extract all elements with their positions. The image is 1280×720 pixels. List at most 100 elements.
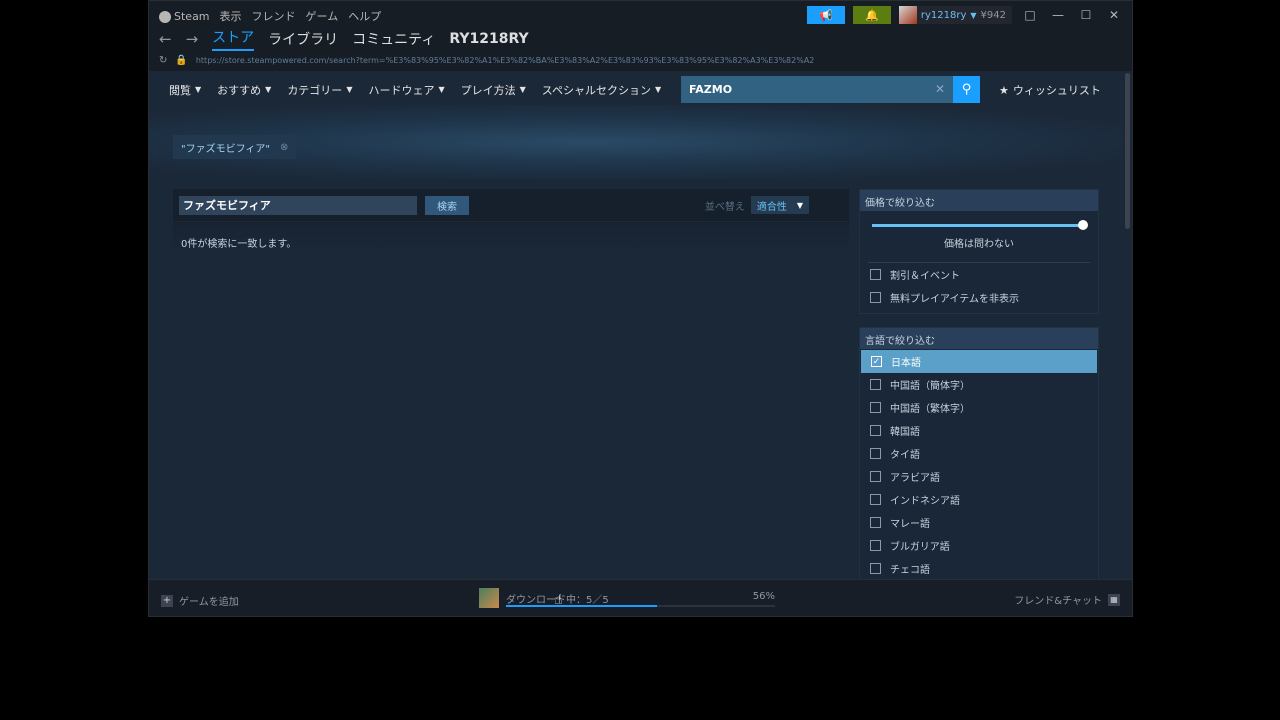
store-nav-hardware[interactable]: ハードウェア ▼ bbox=[368, 82, 444, 98]
language-option[interactable]: 中国語（繁体字） bbox=[860, 396, 1098, 419]
language-option[interactable]: チェコ語 bbox=[860, 557, 1098, 579]
price-slider[interactable] bbox=[860, 211, 1098, 235]
forward-arrow-icon[interactable]: → bbox=[186, 30, 199, 48]
wallet-balance: ¥942 bbox=[980, 9, 1006, 21]
price-slider-track bbox=[872, 224, 1080, 227]
language-option-label: ブルガリア語 bbox=[890, 542, 950, 553]
store-nav-ways-to-play[interactable]: プレイ方法 ▼ bbox=[461, 82, 526, 98]
language-filter: 言語で絞り込む ✓ 日本語 中国語（簡体字） 中国語（繁体字） 韓国語 タイ語 ア… bbox=[859, 327, 1099, 579]
sort-value: 適合性 bbox=[756, 201, 787, 213]
account-menu[interactable]: ry1218ry ▼ ¥942 bbox=[898, 6, 1012, 24]
price-filter: 価格で絞り込む 価格は問わない 割引＆イベント 無料プレイアイテムを非表示 bbox=[859, 189, 1099, 314]
mouse-cursor-icon: ☝ bbox=[554, 592, 563, 608]
checkbox-icon bbox=[870, 540, 881, 551]
plus-icon: + bbox=[161, 594, 173, 607]
big-picture-icon[interactable]: □ bbox=[1020, 8, 1040, 22]
chevron-down-icon: ▼ bbox=[438, 85, 445, 94]
sort-select[interactable]: 適合性 ▼ bbox=[750, 196, 809, 214]
language-option-label: チェコ語 bbox=[890, 565, 930, 576]
steam-window: Steam 表示 フレンド ゲーム ヘルプ 📢 🔔 ry1218ry ▼ ¥94… bbox=[148, 0, 1133, 617]
store-nav-categories[interactable]: カテゴリー ▼ bbox=[287, 82, 352, 98]
language-option[interactable]: アラビア語 bbox=[860, 465, 1098, 488]
remove-tag-icon[interactable]: ⊗ bbox=[280, 142, 288, 153]
clear-search-icon[interactable]: ✕ bbox=[935, 82, 945, 96]
language-option[interactable]: ブルガリア語 bbox=[860, 534, 1098, 557]
store-nav-special-sections[interactable]: スペシャルセクション ▼ bbox=[542, 82, 661, 98]
tab-community[interactable]: コミュニティ bbox=[352, 29, 435, 49]
language-option-label: タイ語 bbox=[890, 450, 920, 461]
filter-sidebar: 価格で絞り込む 価格は問わない 割引＆イベント 無料プレイアイテムを非表示 言語… bbox=[859, 189, 1099, 579]
price-filter-header[interactable]: 価格で絞り込む bbox=[860, 190, 1098, 211]
search-term-input[interactable]: ファズモビフィア bbox=[179, 195, 417, 215]
filter-hide-free-label: 無料プレイアイテムを非表示 bbox=[890, 294, 1019, 305]
store-nav-special-sections-label: スペシャルセクション bbox=[541, 83, 652, 97]
filter-specials[interactable]: 割引＆イベント bbox=[860, 263, 1098, 286]
menu-view[interactable]: 表示 bbox=[220, 8, 242, 24]
add-game-button[interactable]: + ゲームを追加 bbox=[161, 593, 239, 608]
tab-store[interactable]: ストア bbox=[212, 27, 255, 51]
friends-chat-button[interactable]: フレンド&チャット ▦ bbox=[1014, 592, 1120, 607]
language-option[interactable]: タイ語 bbox=[860, 442, 1098, 465]
store-search-button[interactable]: ⚲ bbox=[953, 76, 980, 103]
tab-library[interactable]: ライブラリ bbox=[268, 29, 338, 49]
search-submit-button[interactable]: 検索 bbox=[425, 195, 469, 215]
checkbox-icon bbox=[870, 563, 881, 574]
maximize-button[interactable]: ☐ bbox=[1076, 8, 1096, 22]
lock-icon: 🔒 bbox=[175, 54, 188, 66]
menu-steam-label: Steam bbox=[174, 9, 210, 23]
star-icon: ★ bbox=[999, 83, 1009, 97]
chevron-down-icon: ▼ bbox=[655, 85, 662, 94]
checkbox-icon bbox=[870, 292, 881, 303]
language-option-label: インドネシア語 bbox=[890, 496, 960, 507]
filter-specials-label: 割引＆イベント bbox=[890, 271, 960, 282]
checkmark-icon: ✓ bbox=[871, 356, 882, 367]
language-option-label: 韓国語 bbox=[890, 427, 920, 438]
chat-icon: ▦ bbox=[1108, 593, 1120, 606]
refresh-icon[interactable]: ↻ bbox=[159, 55, 167, 66]
menu-games[interactable]: ゲーム bbox=[306, 8, 339, 24]
url-text: https://store.steampowered.com/search?te… bbox=[195, 55, 815, 65]
sort-label: 並べ替え bbox=[704, 201, 745, 213]
avatar bbox=[898, 6, 917, 24]
scrollbar-thumb[interactable] bbox=[1125, 73, 1130, 229]
language-option[interactable]: 韓国語 bbox=[860, 419, 1098, 442]
store-content: 閲覧 ▼ おすすめ ▼ カテゴリー ▼ ハードウェア ▼ プレイ方法 ▼ スペシャルセクシ… bbox=[149, 71, 1125, 579]
language-option[interactable]: ✓ 日本語 bbox=[861, 350, 1097, 373]
back-arrow-icon[interactable]: ← bbox=[159, 30, 172, 48]
store-nav-browse[interactable]: 閲覧 ▼ bbox=[169, 82, 201, 98]
language-option[interactable]: マレー語 bbox=[860, 511, 1098, 534]
notifications-button[interactable]: 🔔 bbox=[852, 6, 891, 24]
language-option[interactable]: 中国語（簡体字） bbox=[860, 373, 1098, 396]
download-status[interactable]: ダウンロード中：5／5 56% bbox=[479, 588, 775, 612]
minimize-button[interactable]: — bbox=[1048, 8, 1068, 22]
wishlist-link[interactable]: ★ ウィッシュリスト bbox=[999, 82, 1101, 98]
main-nav: ← → ストア ライブラリ コミュニティ RY1218RY bbox=[159, 27, 529, 51]
menu-friends[interactable]: フレンド bbox=[252, 8, 296, 24]
titlebar: Steam 表示 フレンド ゲーム ヘルプ 📢 🔔 ry1218ry ▼ ¥94… bbox=[149, 1, 1132, 27]
download-progress-fill bbox=[506, 605, 657, 607]
close-button[interactable]: ✕ bbox=[1104, 8, 1124, 22]
titlebar-right: 📢 🔔 ry1218ry ▼ ¥942 □ — ☐ ✕ bbox=[806, 6, 1124, 24]
menu-help[interactable]: ヘルプ bbox=[348, 8, 381, 24]
chevron-down-icon: ▼ bbox=[265, 85, 272, 94]
store-nav-recommended-label: おすすめ bbox=[217, 83, 262, 97]
search-term-row: ファズモビフィア 検索 並べ替え 適合性 ▼ bbox=[173, 189, 849, 221]
language-option[interactable]: インドネシア語 bbox=[860, 488, 1098, 511]
store-nav-recommended[interactable]: おすすめ ▼ bbox=[217, 82, 271, 98]
store-nav-categories-label: カテゴリー bbox=[287, 83, 343, 97]
menu-steam[interactable]: Steam bbox=[159, 10, 210, 23]
store-search-input[interactable]: FAZMO ✕ bbox=[681, 76, 953, 103]
announcements-button[interactable]: 📢 bbox=[806, 6, 845, 24]
price-slider-handle[interactable] bbox=[1078, 220, 1088, 230]
vertical-scrollbar[interactable] bbox=[1123, 71, 1132, 579]
filter-hide-free[interactable]: 無料プレイアイテムを非表示 bbox=[860, 286, 1098, 309]
checkbox-icon bbox=[870, 517, 881, 528]
checkbox-icon bbox=[870, 269, 881, 280]
checkbox-icon bbox=[870, 448, 881, 459]
game-icon bbox=[479, 588, 499, 608]
search-tag-pill[interactable]: "ファズモビフィア" ⊗ bbox=[173, 135, 297, 159]
tab-profile[interactable]: RY1218RY bbox=[449, 31, 528, 47]
language-option-label: マレー語 bbox=[890, 519, 930, 530]
language-filter-header[interactable]: 言語で絞り込む bbox=[860, 328, 1098, 349]
url-bar: ↻ 🔒 https://store.steampowered.com/searc… bbox=[159, 53, 814, 67]
